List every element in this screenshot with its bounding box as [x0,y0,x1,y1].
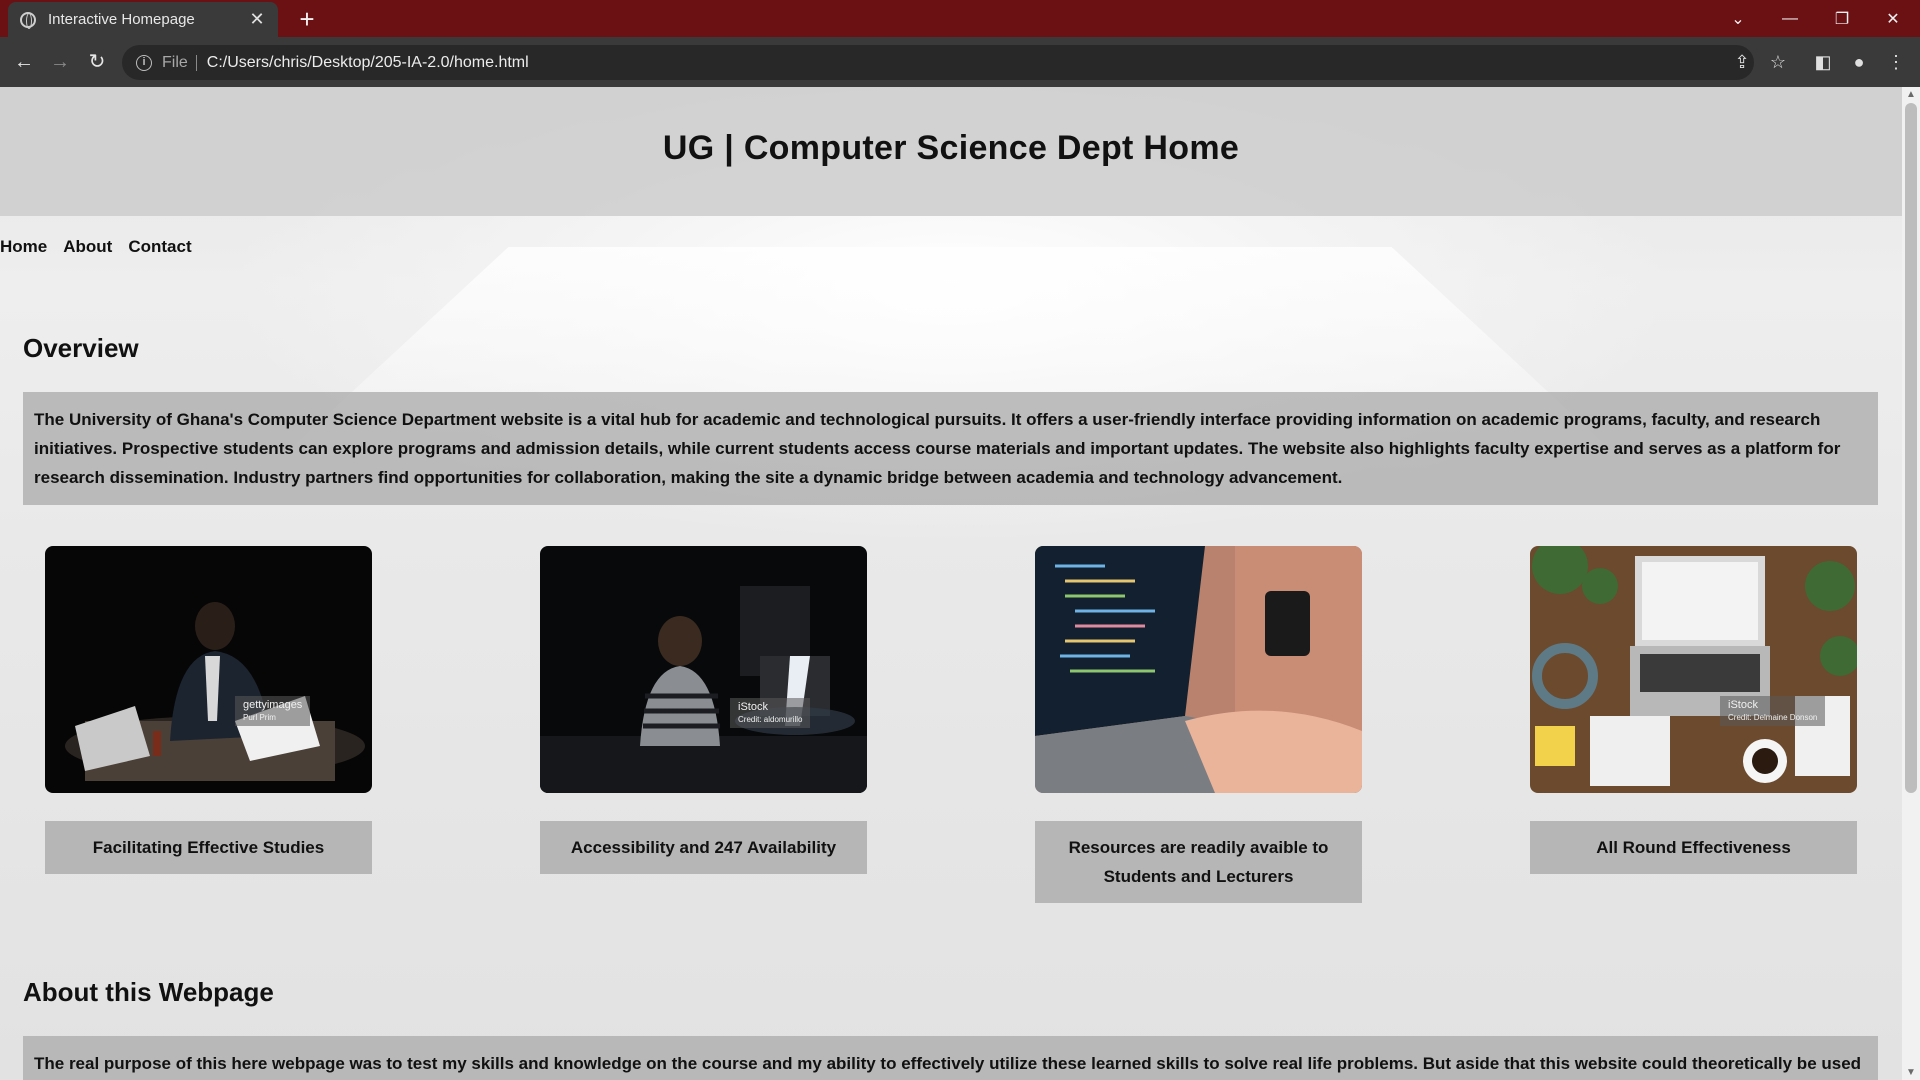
url-text[interactable]: C:/Users/chris/Desktop/205-IA-2.0/home.h… [207,54,529,72]
card-caption-studies: Facilitating Effective Studies [45,821,372,874]
overview-heading: Overview [23,333,139,363]
about-text: The real purpose of this here webpage wa… [23,1036,1878,1080]
minimize-icon[interactable]: — [1765,0,1815,37]
forward-arrow-icon[interactable]: → [45,47,75,77]
menu-kebab-icon[interactable]: ⋮ [1883,49,1909,75]
watermark-sub: Purl Prim [243,713,276,722]
tab-title: Interactive Homepage [48,11,195,28]
about-heading: About this Webpage [23,977,274,1007]
nav-link-home[interactable]: Home [0,237,47,257]
tab-search-icon[interactable]: ⌄ [1713,0,1763,37]
reload-icon[interactable]: ↻ [82,47,112,77]
share-icon[interactable]: ⇪ [1729,49,1755,75]
card-image-studies: gettyimages Purl Prim [45,546,372,793]
nav-link-contact[interactable]: Contact [128,237,191,257]
watermark: gettyimages Purl Prim [235,696,311,726]
globe-icon [20,11,36,29]
profile-icon[interactable]: ● [1846,49,1872,75]
overview-text: The University of Ghana's Computer Scien… [23,392,1878,505]
nav-link-about[interactable]: About [63,237,112,257]
close-window-icon[interactable]: ✕ [1868,0,1918,37]
browser-tab[interactable]: Interactive Homepage ✕ [8,2,278,37]
tab-strip: Interactive Homepage ✕ + ⌄ — ❐ ✕ [0,0,1920,37]
card-image-accessibility: iStock Credit: aldomurillo [540,546,867,793]
card-image-resources [1035,546,1362,793]
bookmark-star-icon[interactable]: ☆ [1765,49,1791,75]
watermark-text: iStock [738,701,768,713]
watermark: iStock Credit: Delmaine Donson [1720,696,1826,726]
scroll-down-icon[interactable]: ▼ [1902,1067,1920,1078]
page-viewport: UG | Computer Science Dept Home Home Abo… [0,87,1902,1080]
url-scheme: File [162,54,197,71]
card-caption-effectiveness: All Round Effectiveness [1530,821,1857,874]
close-tab-icon[interactable]: ✕ [248,9,266,30]
side-panel-icon[interactable]: ◧ [1810,49,1836,75]
site-nav: Home About Contact [0,237,192,257]
new-tab-button[interactable]: + [292,4,322,34]
watermark: iStock Credit: aldomurillo [730,698,811,728]
info-icon[interactable]: i [136,54,152,71]
card-caption-accessibility: Accessibility and 247 Availability [540,821,867,874]
address-bar[interactable]: i File C:/Users/chris/Desktop/205-IA-2.0… [122,45,1754,80]
back-arrow-icon[interactable]: ← [9,47,39,77]
card-image-effectiveness: iStock Credit: Delmaine Donson [1530,546,1857,793]
site-header: UG | Computer Science Dept Home [0,87,1902,216]
watermark-sub: Credit: aldomurillo [738,715,803,724]
watermark-text: gettyimages [243,699,303,711]
watermark-text: iStock [1728,699,1758,711]
browser-toolbar: ← → ↻ i File C:/Users/chris/Desktop/205-… [0,37,1920,87]
page-title: UG | Computer Science Dept Home [662,129,1240,167]
scrollbar-thumb[interactable] [1905,103,1917,793]
scroll-up-icon[interactable]: ▲ [1902,89,1920,100]
card-caption-resources: Resources are readily avaible to Student… [1035,821,1362,903]
watermark-sub: Credit: Delmaine Donson [1728,713,1818,722]
restore-icon[interactable]: ❐ [1817,0,1867,37]
page-scrollbar[interactable]: ▲ ▼ [1902,87,1920,1080]
